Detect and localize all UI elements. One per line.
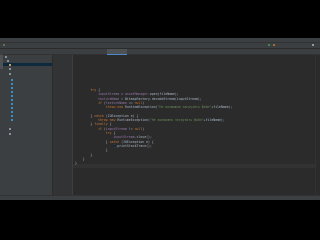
tree-item[interactable] — [11, 98, 50, 101]
class-icon — [11, 78, 13, 81]
ide-window: try {inputStream = assetManager.open(fil… — [0, 38, 320, 200]
class-icon — [11, 82, 13, 85]
tree-item[interactable] — [9, 72, 50, 75]
class-icon — [11, 90, 13, 93]
tree-item[interactable] — [9, 67, 50, 70]
code-token: throw new — [105, 105, 124, 110]
code-token: RuntimeException( — [115, 118, 150, 123]
folder-icon — [7, 59, 9, 62]
code-token: +fileName); — [203, 118, 225, 123]
code-editor[interactable]: try {inputStream = assetManager.open(fil… — [73, 55, 315, 195]
folder-icon — [5, 55, 7, 58]
class-icon — [11, 86, 13, 89]
class-icon — [11, 94, 13, 97]
code-token: != — [126, 126, 135, 131]
tree-item[interactable] — [11, 82, 50, 85]
class-icon — [11, 98, 13, 101]
code-token: RuntimeException( — [123, 105, 158, 110]
editor-tab[interactable] — [53, 49, 71, 54]
class-icon — [11, 114, 13, 117]
tree-item[interactable] — [11, 90, 50, 93]
caret-line-highlight — [73, 164, 315, 168]
tree-item-selected[interactable] — [3, 63, 52, 66]
folder-icon — [9, 72, 11, 75]
tree-item[interactable] — [11, 102, 50, 105]
code-line[interactable]: } — [75, 161, 77, 165]
class-icon — [11, 106, 13, 109]
tree-item[interactable] — [11, 86, 50, 89]
code-token: } — [75, 161, 77, 166]
code-token: ) — [142, 126, 145, 131]
tree-item[interactable] — [11, 78, 50, 81]
tree-item[interactable] — [9, 132, 50, 135]
code-token: +fileName); — [211, 105, 233, 110]
project-panel — [3, 49, 54, 200]
editor-tab[interactable] — [71, 49, 89, 54]
line-number-gutter — [53, 55, 73, 195]
run-icon[interactable] — [268, 44, 270, 46]
search-icon[interactable] — [312, 44, 314, 46]
debug-icon[interactable] — [273, 44, 275, 46]
code-token: .printStackTrace(); — [115, 143, 152, 148]
status-bar — [0, 195, 320, 200]
code-token: } — [90, 152, 93, 157]
tree-item[interactable] — [11, 114, 50, 117]
tree-item[interactable] — [9, 127, 50, 130]
folder-icon — [9, 67, 11, 70]
code-line[interactable]: } — [106, 148, 108, 152]
code-line[interactable]: throw new RuntimeException("Не возможно … — [98, 118, 225, 122]
tree-item[interactable] — [11, 118, 50, 121]
folder-icon — [9, 127, 11, 130]
folder-icon — [9, 63, 11, 66]
editor-scrollbar[interactable] — [315, 55, 320, 195]
code-line[interactable]: throw new RuntimeException("Не возможно … — [106, 105, 233, 109]
code-line[interactable]: e.printStackTrace(); — [113, 143, 152, 148]
code-token: } — [105, 148, 108, 153]
tree-item[interactable] — [11, 110, 50, 113]
code-token: } — [82, 156, 85, 161]
tree-item[interactable] — [11, 106, 50, 109]
code-token: "Не возможно загрузить файл" — [157, 105, 212, 110]
code-line[interactable]: } — [83, 157, 85, 161]
class-icon — [11, 102, 13, 105]
editor-tab[interactable] — [127, 49, 145, 54]
class-icon — [11, 110, 13, 113]
code-line[interactable]: } — [90, 153, 92, 157]
project-icon[interactable] — [3, 44, 5, 46]
folder-icon — [9, 132, 11, 135]
code-token: "Не возможно загрузить файл" — [149, 118, 204, 123]
tree-item[interactable] — [7, 59, 50, 62]
editor-tab[interactable] — [89, 49, 107, 54]
class-icon — [11, 118, 13, 121]
tree-item[interactable] — [5, 55, 50, 58]
tree-item[interactable] — [11, 94, 50, 97]
